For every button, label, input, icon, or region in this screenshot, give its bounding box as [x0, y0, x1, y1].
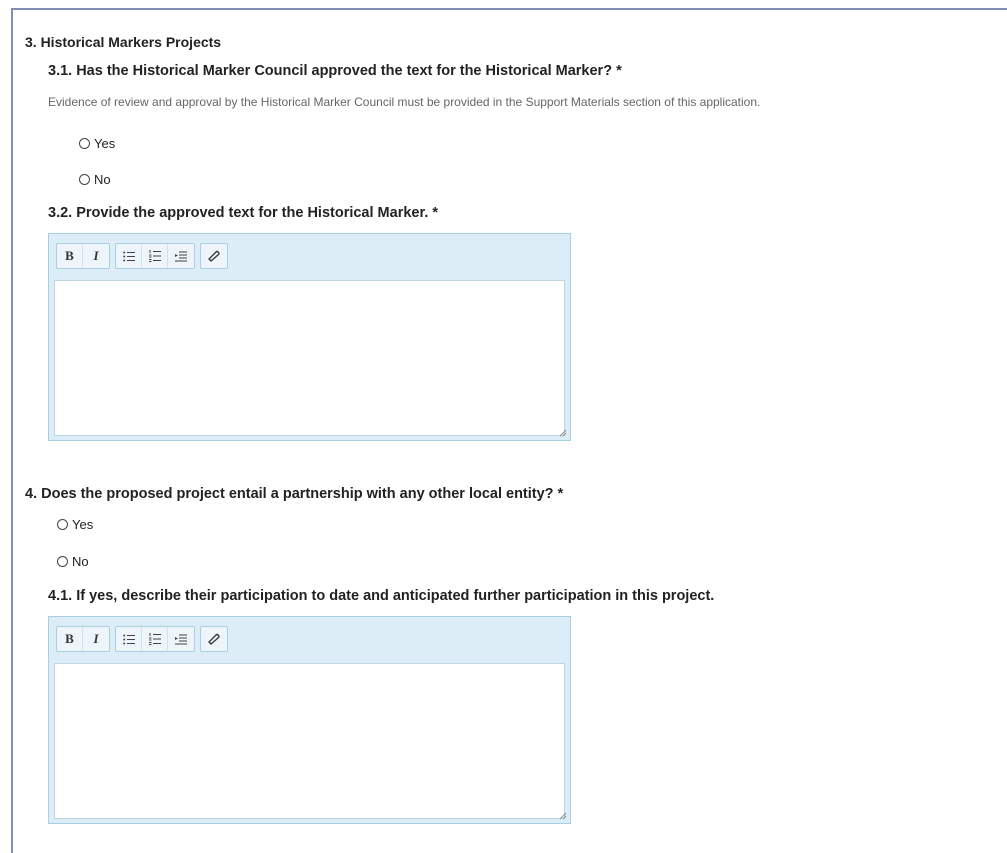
italic-button[interactable]: I — [83, 627, 109, 651]
radio-label: No — [72, 554, 89, 569]
bullet-list-button[interactable] — [116, 627, 142, 651]
radio-4-no[interactable]: No — [57, 554, 89, 569]
rich-text-editor-4-1: B I — [48, 616, 571, 824]
clear-formatting-button[interactable] — [201, 627, 227, 651]
radio-circle-icon[interactable] — [79, 138, 90, 149]
format-group: B I — [56, 626, 110, 652]
question-3-2-label: 3.2. Provide the approved text for the H… — [48, 205, 439, 221]
radio-3-1-yes[interactable]: Yes — [79, 136, 115, 151]
clear-group — [200, 243, 228, 269]
list-group — [115, 243, 195, 269]
text-area-3-2[interactable] — [54, 280, 565, 436]
eraser-icon — [208, 250, 220, 262]
indent-icon — [175, 634, 187, 644]
eraser-icon — [208, 633, 220, 645]
numbered-list-button[interactable] — [142, 244, 168, 268]
question-3-1-label: 3.1. Has the Historical Marker Council a… — [48, 63, 622, 79]
editor-toolbar: B I — [56, 243, 228, 269]
indent-button[interactable] — [168, 244, 194, 268]
indent-icon — [175, 251, 187, 261]
radio-4-yes[interactable]: Yes — [57, 517, 93, 532]
text-area-4-1[interactable] — [54, 663, 565, 819]
clear-group — [200, 626, 228, 652]
numbered-list-icon — [148, 633, 161, 645]
resize-handle-icon[interactable] — [559, 812, 567, 820]
radio-label: No — [94, 172, 111, 187]
list-group — [115, 626, 195, 652]
format-group: B I — [56, 243, 110, 269]
radio-label: Yes — [72, 517, 94, 532]
radio-circle-icon[interactable] — [57, 519, 68, 530]
section-3-title: 3. Historical Markers Projects — [25, 34, 222, 50]
bullet-list-button[interactable] — [116, 244, 142, 268]
question-4-1-label: 4.1. If yes, describe their participatio… — [48, 588, 715, 604]
italic-button[interactable]: I — [83, 244, 109, 268]
question-3-1-helper: Evidence of review and approval by the H… — [48, 95, 761, 109]
clear-formatting-button[interactable] — [201, 244, 227, 268]
radio-circle-icon[interactable] — [57, 556, 68, 567]
rich-text-editor-3-2: B I — [48, 233, 571, 441]
bullet-list-icon — [122, 251, 135, 261]
radio-label: Yes — [94, 136, 116, 151]
bold-button[interactable]: B — [57, 627, 83, 651]
bold-button[interactable]: B — [57, 244, 83, 268]
resize-handle-icon[interactable] — [559, 429, 567, 437]
numbered-list-icon — [148, 250, 161, 262]
editor-toolbar: B I — [56, 626, 228, 652]
section-4-title: 4. Does the proposed project entail a pa… — [25, 486, 564, 502]
indent-button[interactable] — [168, 627, 194, 651]
bullet-list-icon — [122, 634, 135, 644]
radio-3-1-no[interactable]: No — [79, 172, 111, 187]
radio-circle-icon[interactable] — [79, 174, 90, 185]
numbered-list-button[interactable] — [142, 627, 168, 651]
